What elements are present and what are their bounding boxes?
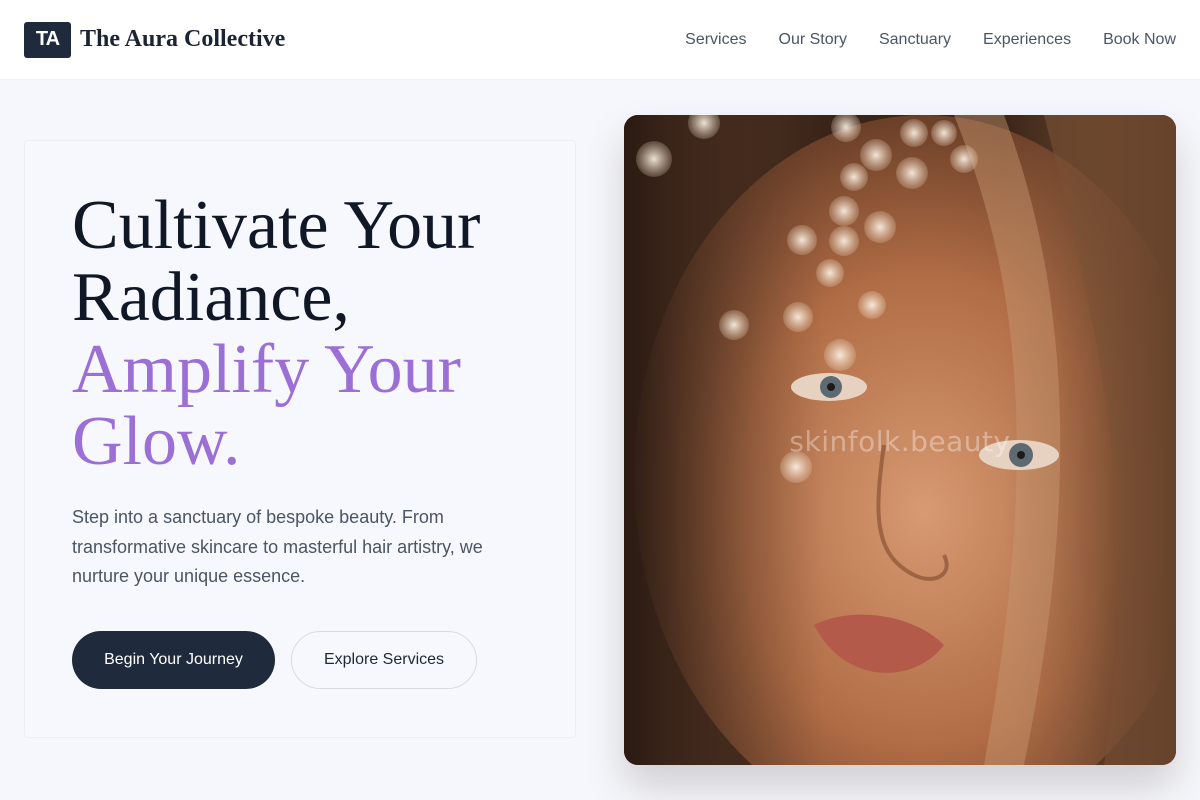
main-nav: Services Our Story Sanctuary Experiences… <box>685 31 1176 49</box>
hero-lead-text: Step into a sanctuary of bespoke beauty.… <box>72 507 483 586</box>
headline-accent-line-1: Amplify Your <box>72 331 461 408</box>
image-watermark: skinfolk.beauty <box>789 425 1011 458</box>
nav-link-experiences[interactable]: Experiences <box>983 31 1071 49</box>
logo-badge[interactable]: TA <box>24 21 71 58</box>
explore-services-button[interactable]: Explore Services <box>291 631 477 689</box>
nav-link-book-now[interactable]: Book Now <box>1103 31 1176 49</box>
headline-line-1: Cultivate Your <box>72 187 481 264</box>
nav-link-our-story[interactable]: Our Story <box>779 31 847 49</box>
hero-photo: skinfolk.beauty <box>624 115 1176 765</box>
hero-headline: Cultivate Your Radiance, Amplify Your Gl… <box>72 190 572 478</box>
nav-link-sanctuary[interactable]: Sanctuary <box>879 31 951 49</box>
headline-line-2: Radiance, <box>72 259 350 336</box>
site-header: TA The Aura Collective Services Our Stor… <box>0 0 1200 80</box>
nav-link-services[interactable]: Services <box>685 31 746 49</box>
brand[interactable]: TA The Aura Collective <box>24 21 285 58</box>
brand-name[interactable]: The Aura Collective <box>80 26 285 53</box>
begin-journey-button[interactable]: Begin Your Journey <box>72 631 275 689</box>
headline-accent-line-2: Glow. <box>72 403 241 480</box>
